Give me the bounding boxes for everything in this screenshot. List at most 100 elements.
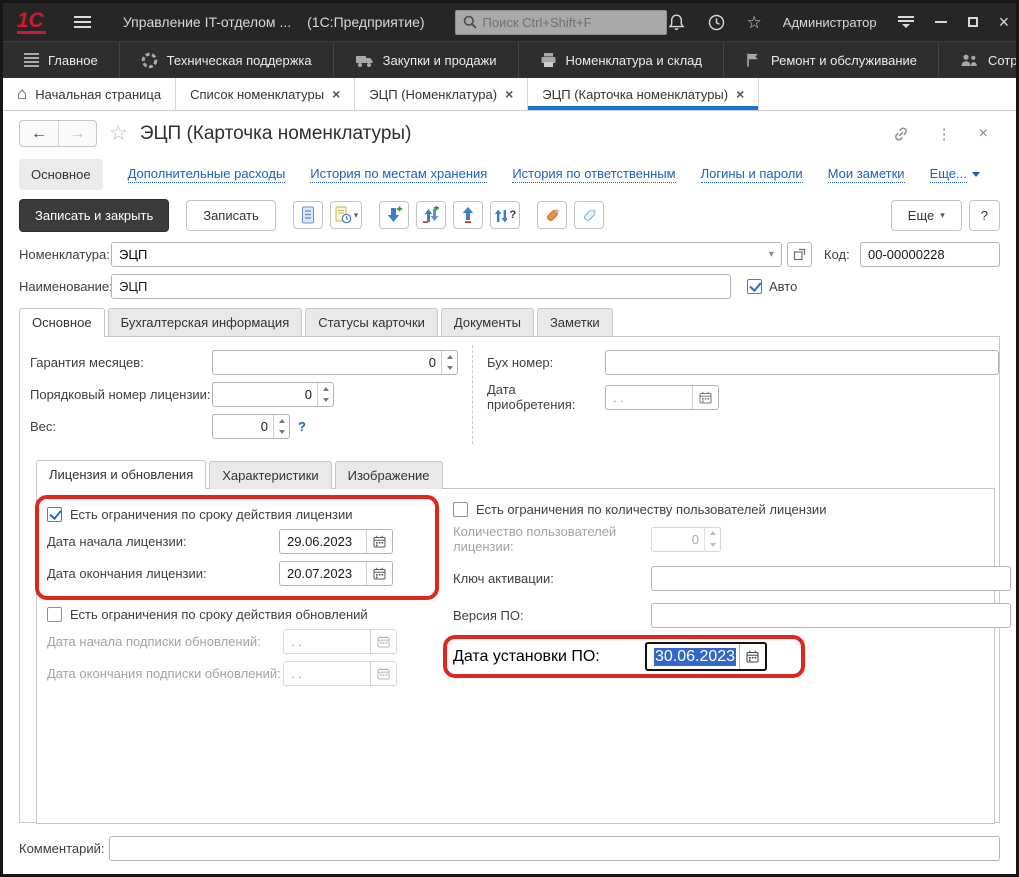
tab-license-updates[interactable]: Лицензия и обновления — [36, 460, 206, 489]
spin-buttons[interactable] — [273, 415, 289, 438]
tab-notes[interactable]: Заметки — [537, 308, 613, 336]
tab-close-icon[interactable]: × — [332, 86, 340, 102]
activation-key-input[interactable] — [651, 566, 1011, 591]
spin-down-icon[interactable] — [705, 539, 720, 551]
calendar-icon[interactable] — [692, 386, 718, 409]
save-button[interactable]: Записать — [186, 200, 276, 231]
window-close-icon[interactable]: × — [999, 12, 1010, 33]
favorite-star-icon[interactable]: ☆ — [109, 121, 128, 146]
spin-up-icon[interactable] — [442, 351, 457, 363]
section-repair-service[interactable]: Ремонт и обслуживание — [724, 42, 939, 78]
get-link-icon[interactable] — [892, 125, 910, 143]
section-tech-support[interactable]: Техническая поддержка — [120, 42, 334, 78]
help-button[interactable]: ? — [969, 200, 1000, 231]
favorites-star-icon[interactable]: ☆ — [747, 14, 762, 31]
section-employees[interactable]: Сотруд — [939, 42, 1016, 78]
forward-button[interactable]: → — [58, 121, 96, 146]
back-button[interactable]: ← — [20, 121, 58, 146]
doc-history-button[interactable]: ▾ — [330, 201, 363, 229]
open-nomenclature-button[interactable] — [787, 242, 812, 267]
updown-question-button[interactable]: ? — [490, 201, 520, 229]
section-purchases-sales[interactable]: Закупки и продажи — [334, 42, 519, 78]
limit-term-checkbox[interactable] — [47, 507, 62, 522]
nomenclature-combo[interactable]: ▾ — [111, 242, 782, 267]
auto-checkbox[interactable] — [747, 279, 762, 294]
tab-documents[interactable]: Документы — [441, 308, 534, 336]
comment-input[interactable] — [109, 836, 1000, 861]
upd-end-input[interactable]: . . — [283, 661, 397, 686]
nav-storage-history[interactable]: История по местам хранения — [310, 166, 487, 183]
notifications-bell-icon[interactable] — [667, 13, 686, 32]
users-count-spinner[interactable]: 0 — [651, 527, 721, 552]
nav-responsible-history[interactable]: История по ответственным — [512, 166, 675, 183]
more-actions-dots-icon[interactable]: ⋮ — [937, 125, 952, 143]
spin-buttons[interactable] — [317, 383, 333, 406]
nav-logins-passwords[interactable]: Логины и пароли — [701, 166, 803, 183]
global-search[interactable] — [455, 10, 667, 35]
nomenclature-input[interactable] — [112, 247, 761, 262]
chevron-down-icon[interactable]: ▾ — [761, 249, 781, 260]
calendar-icon[interactable] — [370, 630, 396, 653]
license-start-input[interactable]: 29.06.2023 — [279, 529, 393, 554]
name-input[interactable] — [111, 274, 731, 299]
spin-up-icon[interactable] — [318, 383, 333, 395]
tab-ecp-card[interactable]: ЭЦП (Карточка номенклатуры) × — [528, 78, 759, 110]
more-button[interactable]: Еще ▾ — [891, 200, 962, 231]
nav-osnovnoe[interactable]: Основное — [19, 159, 103, 190]
calendar-icon[interactable] — [366, 530, 392, 553]
current-user[interactable]: Администратор — [783, 15, 877, 30]
minimize-icon[interactable] — [935, 21, 947, 23]
spin-buttons[interactable] — [704, 528, 720, 551]
code-input[interactable] — [860, 242, 1000, 267]
spin-buttons[interactable] — [441, 351, 457, 374]
install-date-input[interactable]: 30.06.2023 — [645, 642, 767, 671]
tab-close-icon[interactable]: × — [505, 86, 513, 102]
tab-ecp-nomenclature[interactable]: ЭЦП (Номенклатура) × — [355, 78, 528, 110]
tab-card-statuses[interactable]: Статусы карточки — [305, 308, 438, 336]
add-down-button[interactable] — [379, 201, 409, 229]
calendar-icon[interactable] — [739, 644, 765, 669]
limit-users-checkbox[interactable] — [453, 502, 468, 517]
nav-more[interactable]: Еще... — [930, 166, 980, 183]
tab-image[interactable]: Изображение — [335, 461, 443, 489]
calendar-icon[interactable] — [366, 562, 392, 585]
spin-down-icon[interactable] — [442, 363, 457, 375]
section-nomenclature-warehouse[interactable]: Номенклатура и склад — [519, 42, 724, 78]
tab-nomenclature-list[interactable]: Список номенклатуры × — [176, 78, 355, 110]
up-remove-button[interactable] — [453, 201, 483, 229]
flash-drive-blue-button[interactable] — [574, 201, 604, 229]
nav-my-notes[interactable]: Мои заметки — [828, 166, 905, 183]
tab-close-icon[interactable]: × — [736, 86, 744, 102]
tab-osnovnoe[interactable]: Основное — [19, 308, 105, 337]
version-input[interactable] — [651, 603, 1011, 628]
accnum-input[interactable] — [605, 350, 999, 375]
service-menu-icon[interactable] — [898, 16, 914, 28]
upd-start-input[interactable]: . . — [283, 629, 397, 654]
calendar-icon[interactable] — [370, 662, 396, 685]
serial-spinner[interactable]: 0 — [212, 382, 334, 407]
warranty-spinner[interactable]: 0 — [212, 350, 458, 375]
flash-drive-orange-button[interactable] — [537, 201, 567, 229]
spin-up-icon[interactable] — [705, 528, 720, 540]
history-icon[interactable] — [707, 13, 726, 32]
form-close-icon[interactable]: × — [979, 125, 988, 143]
nav-additional-costs[interactable]: Дополнительные расходы — [128, 166, 286, 183]
save-close-button[interactable]: Записать и закрыть — [19, 199, 169, 232]
limit-upd-checkbox[interactable] — [47, 607, 62, 622]
purchase-date-input[interactable]: . . — [605, 385, 719, 410]
tab-accounting-info[interactable]: Бухгалтерская информация — [108, 308, 303, 336]
license-end-input[interactable]: 20.07.2023 — [279, 561, 393, 586]
spin-down-icon[interactable] — [274, 427, 289, 439]
weight-spinner[interactable]: 0 — [212, 414, 290, 439]
section-glavnoe[interactable]: Главное — [3, 42, 120, 78]
search-input[interactable] — [483, 15, 659, 30]
spin-down-icon[interactable] — [318, 395, 333, 407]
main-menu-icon[interactable] — [74, 16, 91, 28]
weight-help-link[interactable]: ? — [298, 419, 306, 434]
maximize-icon[interactable] — [968, 17, 978, 27]
tab-home[interactable]: ⌂ Начальная страница — [3, 78, 176, 110]
spin-up-icon[interactable] — [274, 415, 289, 427]
structure-button[interactable] — [293, 201, 323, 229]
tab-characteristics[interactable]: Характеристики — [209, 461, 331, 489]
updown-add-button[interactable] — [416, 201, 446, 229]
